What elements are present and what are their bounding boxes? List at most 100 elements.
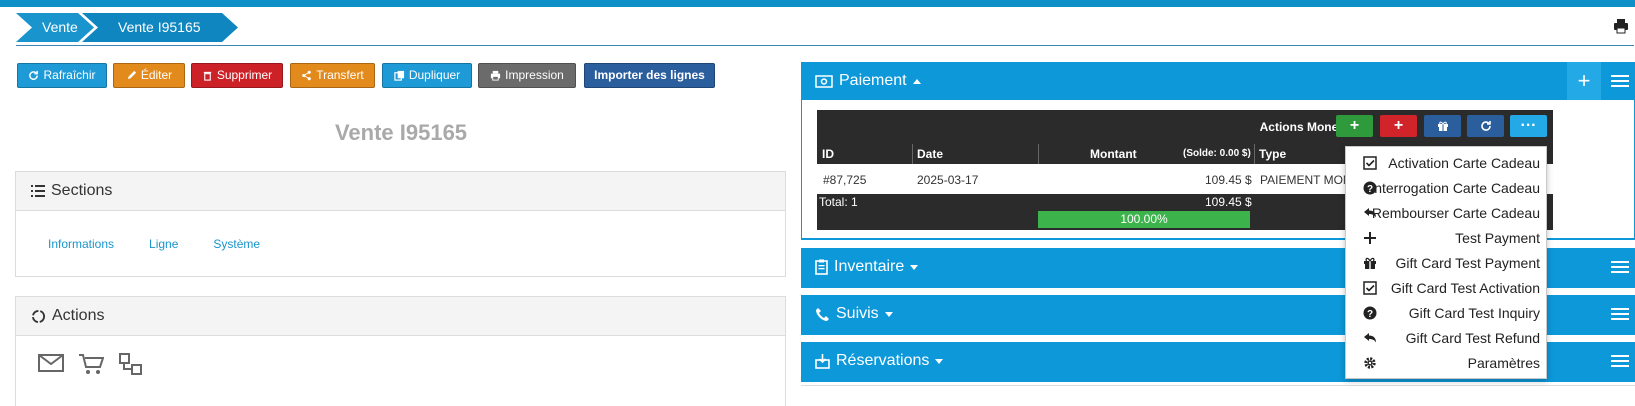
menu-item[interactable]: Test Payment <box>1455 228 1540 248</box>
check-square-icon <box>1363 156 1377 170</box>
share-icon <box>302 70 312 81</box>
gift-icon <box>1364 257 1376 269</box>
menu-item[interactable]: Gift Card Test Activation <box>1391 278 1540 298</box>
moneris-add-button[interactable]: + <box>1336 115 1373 137</box>
menu-icon[interactable] <box>1611 308 1629 322</box>
printer-icon <box>491 70 501 81</box>
col-type: Type <box>1259 147 1287 161</box>
menu-item[interactable]: Interrogation Carte Cadeau <box>1370 178 1540 198</box>
sections-header: Sections <box>16 172 785 211</box>
envelope-icon[interactable] <box>38 352 64 374</box>
tab-systeme[interactable]: Système <box>213 237 260 251</box>
column-divider <box>1254 144 1255 164</box>
import-lines-button[interactable]: Importer des lignes <box>584 63 715 88</box>
transfer-button[interactable]: Transfert <box>290 63 375 88</box>
list-icon <box>31 185 45 197</box>
action-icons <box>38 352 144 376</box>
delete-label: Supprimer <box>216 68 273 82</box>
svg-text:?: ? <box>1367 309 1373 320</box>
col-amount: Montant <box>1090 147 1137 161</box>
menu-item-label: Rembourser Carte Cadeau <box>1371 205 1540 221</box>
menu-item[interactable]: Paramètres <box>1468 353 1540 373</box>
section-tabs: Informations Ligne Système <box>48 237 260 251</box>
refresh-icon <box>29 70 39 80</box>
caret-up-icon <box>912 78 921 84</box>
refresh-label: Rafraîchir <box>43 68 96 82</box>
menu-item[interactable]: Rembourser Carte Cadeau <box>1372 203 1540 223</box>
actions-panel: Actions <box>15 296 786 406</box>
reply-icon <box>1364 208 1376 218</box>
tab-informations[interactable]: Informations <box>48 237 114 251</box>
menu-icon[interactable] <box>1611 261 1629 275</box>
spinner-icon <box>31 309 46 323</box>
print-button[interactable]: Impression <box>478 63 576 88</box>
column-divider <box>912 144 913 164</box>
menu-icon[interactable] <box>1611 355 1629 369</box>
delete-button[interactable]: Supprimer <box>191 63 283 88</box>
cart-icon[interactable] <box>78 352 104 376</box>
menu-item[interactable]: Gift Card Test Inquiry <box>1409 303 1540 323</box>
sync-button[interactable] <box>1467 115 1504 137</box>
trash-icon <box>203 71 211 81</box>
gift-icon <box>1437 121 1448 131</box>
money-icon <box>815 74 833 88</box>
caret-down-icon <box>935 358 944 364</box>
gear-icon <box>1364 357 1376 369</box>
copy-icon <box>394 70 404 81</box>
col-date: Date <box>917 147 944 161</box>
row-amount: 109.45 $ <box>1205 173 1252 187</box>
clipboard-icon <box>815 259 828 275</box>
sections-panel: Sections Informations Ligne Système <box>15 171 786 277</box>
add-payment-button[interactable]: + <box>1567 62 1601 100</box>
transfer-label: Transfert <box>316 68 364 82</box>
actions-header: Actions <box>16 297 785 336</box>
col-balance: (Solde: 0.00 $) <box>1183 148 1251 159</box>
col-id: ID <box>822 147 834 161</box>
gift-card-button[interactable] <box>1424 115 1461 137</box>
payment-title: Paiement <box>839 72 907 89</box>
menu-item-label: Test Payment <box>1455 230 1540 246</box>
download-box-icon <box>815 353 830 369</box>
check-square-icon <box>1363 281 1377 295</box>
caret-down-icon <box>910 264 919 270</box>
menu-item[interactable]: Gift Card Test Refund <box>1406 328 1540 348</box>
svg-text:?: ? <box>1367 184 1373 195</box>
menu-icon[interactable] <box>1611 75 1629 89</box>
refresh-button[interactable]: Rafraîchir <box>17 63 107 88</box>
menu-item-label: Gift Card Test Payment <box>1395 255 1540 271</box>
page-title: Vente I95165 <box>334 120 468 145</box>
plus-icon <box>1364 232 1376 244</box>
print-icon[interactable] <box>1613 18 1629 34</box>
question-circle-icon: ? <box>1363 181 1377 195</box>
import-label: Importer des lignes <box>594 68 705 82</box>
refresh-icon <box>1480 121 1491 131</box>
tab-ligne[interactable]: Ligne <box>149 237 178 251</box>
column-divider <box>1038 144 1039 164</box>
row-date: 2025-03-17 <box>917 173 979 187</box>
pencil-icon <box>127 70 136 80</box>
payment-progress-bar: 100.00% <box>1038 211 1250 228</box>
reservations-title: Réservations <box>836 352 930 369</box>
sections-title: Sections <box>51 182 113 199</box>
moneris-actions-menu: Activation Carte Cadeau Interrogation Car… <box>1345 146 1547 379</box>
menu-item[interactable]: Gift Card Test Payment <box>1396 253 1540 273</box>
row-id: #87,725 <box>823 173 867 187</box>
menu-item[interactable]: Activation Carte Cadeau <box>1388 153 1540 173</box>
inventory-title: Inventaire <box>834 258 905 275</box>
sitemap-icon[interactable] <box>118 352 144 376</box>
duplicate-button[interactable]: Dupliquer <box>382 63 472 88</box>
print-label: Impression <box>505 68 564 82</box>
menu-item-label: Paramètres <box>1467 355 1540 371</box>
question-circle-icon: ? <box>1363 306 1377 320</box>
menu-item-label: Activation Carte Cadeau <box>1388 155 1540 171</box>
breadcrumb-item-current[interactable]: Vente I95165 <box>82 13 238 42</box>
moneris-refund-button[interactable]: + <box>1380 115 1417 137</box>
menu-item-label: Interrogation Carte Cadeau <box>1370 180 1540 196</box>
edit-button[interactable]: Éditer <box>113 63 185 88</box>
edit-label: Éditer <box>140 68 173 82</box>
payment-header[interactable]: Paiement <box>801 62 1635 100</box>
reply-icon <box>1364 333 1376 343</box>
breadcrumb-item-vente[interactable]: Vente <box>16 13 94 42</box>
more-actions-button[interactable]: ··· <box>1510 115 1547 137</box>
row-type: PAIEMENT MON <box>1260 173 1352 187</box>
